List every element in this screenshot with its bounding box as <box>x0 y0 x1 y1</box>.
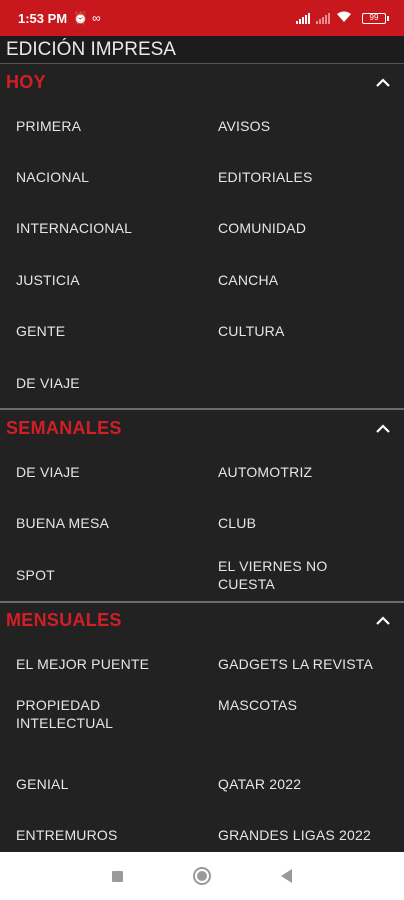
list-item-grandes-ligas-2022[interactable]: GRANDES LIGAS 2022 <box>202 809 404 852</box>
list-item-propiedad-intelectual[interactable]: PROPIEDAD INTELECTUAL <box>0 690 202 758</box>
signal-2-icon <box>316 12 330 24</box>
list-item-qatar-2022[interactable]: QATAR 2022 <box>202 758 404 809</box>
home-circle-icon[interactable] <box>193 867 211 885</box>
voicemail-icon: ∞ <box>92 11 101 25</box>
section-semanales: SEMANALES DE VIAJE AUTOMOTRIZ BUENA MESA… <box>0 410 404 603</box>
section-mensuales: MENSUALES EL MEJOR PUENTE GADGETS LA REV… <box>0 603 404 852</box>
chevron-up-icon[interactable] <box>376 614 390 628</box>
alarm-icon: ⏰ <box>73 11 89 25</box>
list-item-cancha[interactable]: CANCHA <box>202 254 404 305</box>
list-item-cultura[interactable]: CULTURA <box>202 306 404 357</box>
list-item-primera[interactable]: PRIMERA <box>0 100 202 151</box>
list-item-gente[interactable]: GENTE <box>0 306 202 357</box>
signal-icon <box>296 12 310 24</box>
page-title: EDICIÓN IMPRESA <box>0 36 404 64</box>
list-item-de-viaje[interactable]: DE VIAJE <box>0 446 202 497</box>
list-item-el-mejor-puente[interactable]: EL MEJOR PUENTE <box>0 639 202 690</box>
section-header-mensuales[interactable]: MENSUALES <box>0 603 404 639</box>
content-list: HOY PRIMERA AVISOS NACIONAL EDITORIALES … <box>0 64 404 852</box>
list-item-buena-mesa[interactable]: BUENA MESA <box>0 498 202 549</box>
list-item-comunidad[interactable]: COMUNIDAD <box>202 203 404 254</box>
section-title: SEMANALES <box>6 417 122 438</box>
recents-square-icon[interactable] <box>112 870 123 882</box>
list-item-el-viernes-no-cuesta[interactable]: EL VIERNES NO CUESTA <box>202 549 404 600</box>
chevron-up-icon[interactable] <box>376 75 390 89</box>
section-header-hoy[interactable]: HOY <box>0 64 404 100</box>
system-nav-bar <box>0 852 404 900</box>
status-bar: 1:53 PM ⏰ ∞ 99 <box>0 0 404 36</box>
list-item-automotriz[interactable]: AUTOMOTRIZ <box>202 446 404 497</box>
list-item-nacional[interactable]: NACIONAL <box>0 151 202 202</box>
section-hoy: HOY PRIMERA AVISOS NACIONAL EDITORIALES … <box>0 64 404 411</box>
list-item-avisos[interactable]: AVISOS <box>202 100 404 151</box>
list-item-spot[interactable]: SPOT <box>0 549 202 600</box>
section-title: HOY <box>6 71 46 92</box>
battery-icon: 99 <box>362 12 389 24</box>
back-triangle-icon[interactable] <box>281 869 292 883</box>
section-header-semanales[interactable]: SEMANALES <box>0 410 404 446</box>
chevron-up-icon[interactable] <box>376 421 390 435</box>
list-item-entremuros[interactable]: ENTREMUROS <box>0 809 202 852</box>
list-item-internacional[interactable]: INTERNACIONAL <box>0 203 202 254</box>
list-item-justicia[interactable]: JUSTICIA <box>0 254 202 305</box>
list-item-de-viaje[interactable]: DE VIAJE <box>0 357 202 408</box>
list-item-mascotas[interactable]: MASCOTAS <box>202 690 404 758</box>
list-item-gadgets-la-revista[interactable]: GADGETS LA REVISTA <box>202 639 404 690</box>
list-item-editoriales[interactable]: EDITORIALES <box>202 151 404 202</box>
status-time: 1:53 PM <box>18 10 68 26</box>
wifi-icon <box>336 11 352 26</box>
section-title: MENSUALES <box>6 610 122 631</box>
list-item-genial[interactable]: GENIAL <box>0 758 202 809</box>
list-item-club[interactable]: CLUB <box>202 498 404 549</box>
